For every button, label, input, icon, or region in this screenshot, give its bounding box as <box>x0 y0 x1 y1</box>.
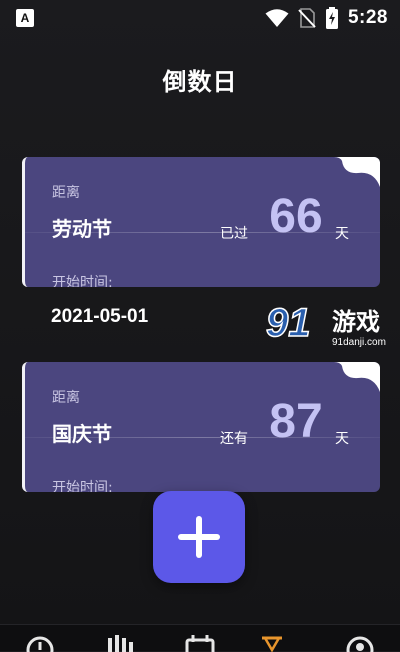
profile-icon[interactable] <box>344 634 376 652</box>
app-notification-icon: A <box>16 9 34 27</box>
hourglass-icon[interactable] <box>256 634 288 652</box>
add-countdown-button[interactable] <box>153 491 245 583</box>
days-unit: 天 <box>335 431 349 447</box>
distance-label: 距离 <box>52 185 80 201</box>
countdown-status: 已过 <box>220 226 248 242</box>
days-unit: 天 <box>335 226 349 242</box>
chart-icon[interactable] <box>104 634 136 652</box>
bottom-nav <box>0 624 400 652</box>
watermark-site: 91danji.com <box>332 337 386 348</box>
start-time-label: 开始时间: <box>52 275 113 287</box>
clock-icon[interactable] <box>24 634 56 652</box>
page-curl-decoration <box>334 157 380 187</box>
countdown-status: 还有 <box>220 431 248 447</box>
page-curl-decoration <box>334 362 380 392</box>
days-count: 87 <box>269 395 323 448</box>
wifi-icon <box>265 9 289 27</box>
plus-icon <box>178 516 220 558</box>
clock-time: 5:28 <box>347 7 388 28</box>
91danji-watermark-logo: 91 游戏 91danji.com <box>266 300 386 348</box>
no-sim-icon <box>298 8 316 28</box>
days-count: 66 <box>269 190 323 243</box>
event-name: 国庆节 <box>52 422 112 446</box>
start-time-label: 开始时间: <box>52 480 113 492</box>
battery-charging-icon <box>325 7 338 29</box>
countdown-card[interactable]: 距离 劳动节 已过 66 天 开始时间: <box>22 157 380 287</box>
calendar-icon[interactable] <box>184 634 216 652</box>
watermark-number: 91 <box>266 301 311 345</box>
watermark-text: 游戏 <box>332 308 380 336</box>
countdown-card[interactable]: 距离 国庆节 还有 87 天 开始时间: <box>22 362 380 492</box>
status-bar: A 5:28 <box>0 0 400 36</box>
start-date: 2021-05-01 <box>51 306 149 327</box>
event-name: 劳动节 <box>52 217 112 241</box>
page-title: 倒数日 <box>162 68 238 96</box>
distance-label: 距离 <box>52 390 80 406</box>
status-icons: 5:28 <box>265 6 388 30</box>
